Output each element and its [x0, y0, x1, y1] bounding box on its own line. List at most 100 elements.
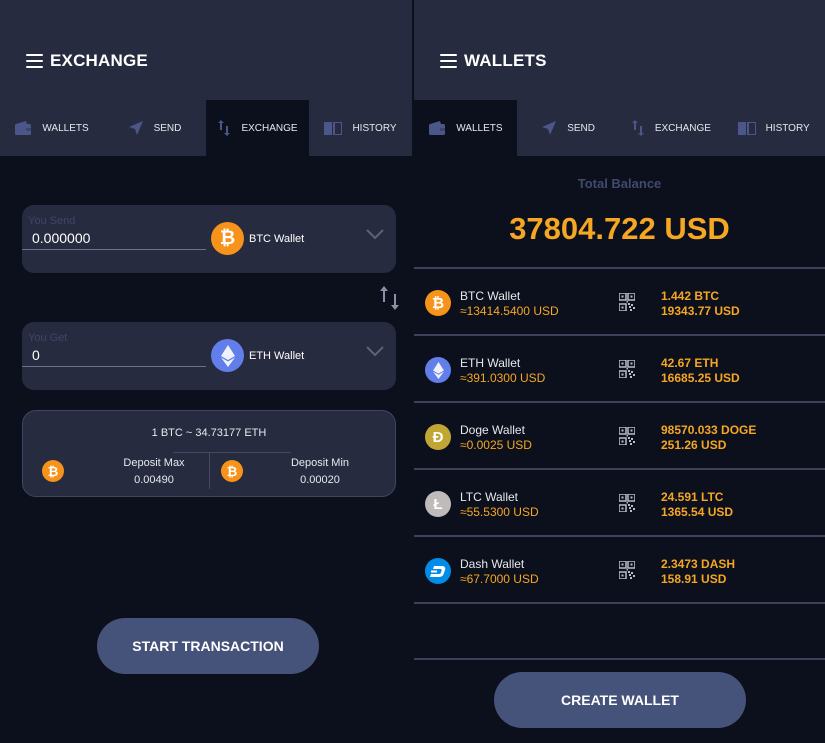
wallet-rate: ≈0.0025 USD — [460, 438, 532, 452]
swap-direction-button[interactable] — [379, 285, 401, 311]
wallet-row[interactable]: Dash Wallet ≈67.7000 USD 2.3473 DASH 158.91… — [414, 537, 825, 602]
tab-wallets[interactable]: WALLETS — [0, 100, 103, 156]
ethereum-icon — [425, 357, 451, 383]
wallet-rate: ≈67.7000 USD — [460, 572, 539, 586]
bitcoin-icon: ₿ — [221, 460, 243, 482]
exchange-rate: 1 BTC ~ 34.73177 ETH — [151, 427, 267, 439]
bitcoin-icon: ₿ — [211, 222, 244, 255]
get-label: You Get — [28, 332, 68, 344]
tab-bar: WALLETS SEND EXCHANGE HISTORY — [0, 100, 412, 156]
wallet-name: Doge Wallet — [460, 423, 525, 437]
get-card: You Get ETH Wallet — [22, 322, 396, 390]
wallet-name: BTC Wallet — [460, 289, 521, 303]
dogecoin-icon: Ð — [425, 424, 451, 450]
wallet-rate: ≈55.5300 USD — [460, 505, 539, 519]
tab-label: EXCHANGE — [241, 122, 298, 134]
wallet-balance-usd: 1365.54 USD — [661, 505, 734, 519]
create-wallet-button[interactable]: CREATE WALLET — [494, 672, 746, 728]
get-amount-input[interactable] — [22, 344, 206, 367]
tab-exchange[interactable]: EXCHANGE — [620, 100, 723, 156]
send-label: You Send — [28, 215, 76, 227]
menu-icon[interactable] — [440, 54, 457, 68]
deposit-min-label: Deposit Min — [290, 457, 350, 469]
page-title: EXCHANGE — [50, 51, 148, 70]
tab-label: WALLETS — [456, 122, 503, 134]
bitcoin-icon: ₿ — [42, 460, 64, 482]
deposit-max-value: 0.00490 — [134, 474, 174, 486]
start-transaction-button[interactable]: START TRANSACTION — [97, 618, 319, 674]
qr-code-icon[interactable] — [618, 493, 636, 517]
ethereum-icon — [211, 339, 244, 372]
total-balance-value: 37804.722 USD — [509, 211, 730, 246]
tab-history[interactable]: HISTORY — [722, 100, 825, 156]
divider — [173, 452, 291, 453]
deposit-min: Deposit Min 0.00020 — [263, 455, 377, 489]
wallet-balance-usd: 19343.77 USD — [661, 304, 740, 318]
wallet-icon — [15, 121, 32, 135]
deposit-max: Deposit Max 0.00490 — [99, 455, 209, 489]
wallet-row[interactable]: ETH Wallet ≈391.0300 USD 42.67 ETH 16685.25… — [414, 336, 825, 401]
send-icon — [542, 121, 557, 135]
qr-code-icon[interactable] — [618, 359, 636, 383]
send-amount-input[interactable] — [22, 227, 206, 250]
tab-wallets[interactable]: WALLETS — [414, 100, 517, 156]
send-wallet-name: BTC Wallet — [249, 232, 305, 245]
tab-label: SEND — [567, 122, 596, 134]
swap-arrows-icon — [218, 120, 231, 136]
divider — [414, 658, 825, 660]
wallet-balance: 42.67 ETH — [661, 356, 719, 370]
tab-bar: WALLETS SEND EXCHANGE HISTORY — [414, 100, 825, 156]
deposit-min-value: 0.00020 — [300, 474, 340, 486]
book-icon — [737, 121, 756, 135]
app-header: EXCHANGE WALLETS SEND EXCHANGE HISTORY — [0, 0, 412, 156]
qr-code-icon[interactable] — [618, 560, 636, 584]
chevron-down-icon[interactable] — [366, 229, 384, 240]
divider — [209, 453, 210, 489]
rate-card: 1 BTC ~ 34.73177 ETH ₿ Deposit Max 0.004… — [22, 410, 396, 497]
wallet-icon — [429, 121, 446, 135]
wallets-screen: WALLETS WALLETS SEND EXCHANGE HISTORY To… — [414, 0, 825, 743]
wallet-balance-usd: 251.26 USD — [661, 438, 727, 452]
wallet-rate: ≈13414.5400 USD — [460, 304, 559, 318]
wallet-list: ₿ BTC Wallet ≈13414.5400 USD 1.442 BTC 19343… — [414, 267, 825, 604]
send-wallet-select[interactable]: ₿ BTC Wallet — [211, 222, 304, 255]
tab-exchange[interactable]: EXCHANGE — [206, 100, 309, 156]
tab-label: WALLETS — [42, 122, 89, 134]
total-balance-label: Total Balance — [577, 176, 662, 191]
wallet-balance: 1.442 BTC — [661, 289, 720, 303]
send-card: You Send ₿ BTC Wallet — [22, 205, 396, 273]
tab-label: SEND — [153, 122, 182, 134]
litecoin-icon: Ł — [425, 491, 451, 517]
get-wallet-name: ETH Wallet — [249, 349, 305, 362]
app-header: WALLETS WALLETS SEND EXCHANGE HISTORY — [414, 0, 825, 156]
wallet-row[interactable]: Ł LTC Wallet ≈55.5300 USD 24.591 LTC 1365.54… — [414, 470, 825, 535]
wallet-row[interactable]: ₿ BTC Wallet ≈13414.5400 USD 1.442 BTC 19343… — [414, 269, 825, 334]
wallet-balance: 2.3473 DASH — [661, 557, 736, 571]
dash-icon — [425, 558, 451, 584]
qr-code-icon[interactable] — [618, 426, 636, 450]
bitcoin-icon: ₿ — [425, 290, 451, 316]
wallet-name: Dash Wallet — [460, 557, 525, 571]
wallet-balance: 24.591 LTC — [661, 490, 724, 504]
qr-code-icon[interactable] — [618, 292, 636, 316]
chevron-down-icon[interactable] — [366, 346, 384, 357]
tab-history[interactable]: HISTORY — [309, 100, 412, 156]
menu-icon[interactable] — [26, 54, 43, 68]
book-icon — [324, 121, 343, 135]
divider — [414, 602, 825, 604]
tab-label: EXCHANGE — [654, 122, 711, 134]
deposit-max-label: Deposit Max — [123, 457, 185, 469]
wallet-balance-usd: 158.91 USD — [661, 572, 727, 586]
exchange-screen: EXCHANGE WALLETS SEND EXCHANGE HISTORY Y… — [0, 0, 412, 743]
swap-arrows-icon — [631, 120, 644, 136]
wallet-rate: ≈391.0300 USD — [460, 371, 546, 385]
tab-label: HISTORY — [765, 122, 810, 134]
tab-send[interactable]: SEND — [517, 100, 620, 156]
wallet-row[interactable]: Ð Doge Wallet ≈0.0025 USD 98570.033 DOGE 251… — [414, 403, 825, 468]
get-wallet-select[interactable]: ETH Wallet — [211, 339, 304, 372]
tab-label: HISTORY — [352, 122, 397, 134]
wallet-name: LTC Wallet — [460, 490, 519, 504]
send-icon — [128, 121, 143, 135]
page-title: WALLETS — [464, 51, 547, 70]
tab-send[interactable]: SEND — [103, 100, 206, 156]
